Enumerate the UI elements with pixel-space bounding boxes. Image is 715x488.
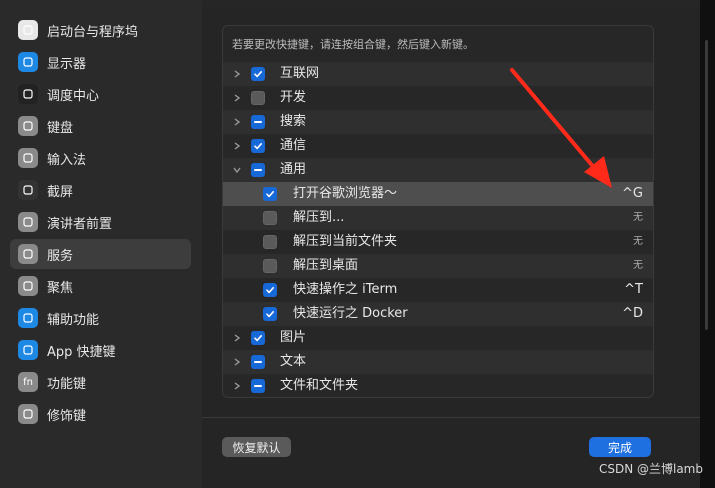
watermark: CSDN @兰博lamb [598, 462, 703, 476]
annotation-arrow [510, 68, 612, 188]
